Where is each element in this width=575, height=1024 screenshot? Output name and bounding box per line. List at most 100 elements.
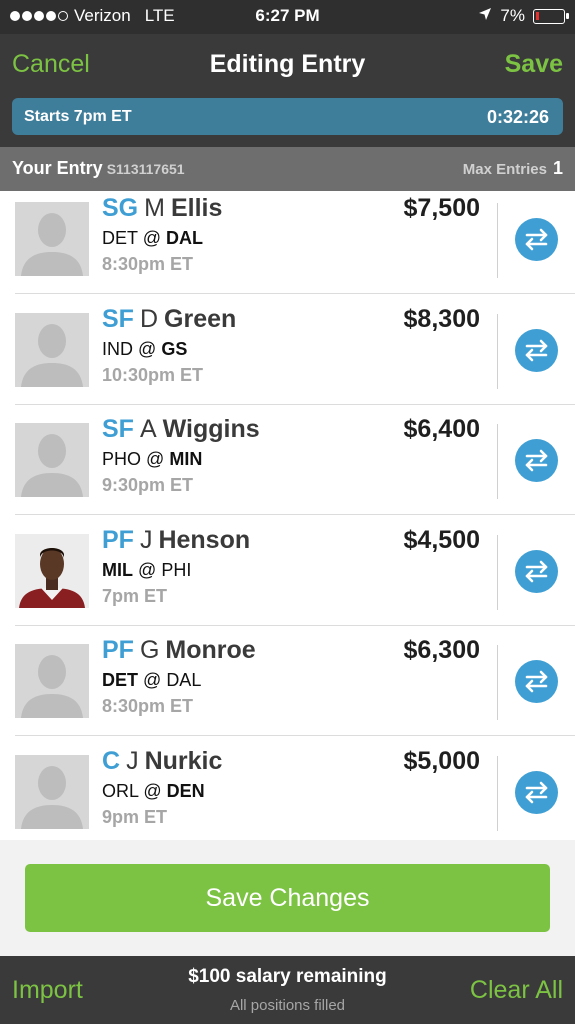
swap-player-button[interactable] xyxy=(515,770,558,814)
player-name-line: PF J Henson xyxy=(102,526,250,555)
player-matchup: PHO @ MIN xyxy=(102,449,202,470)
swap-player-button[interactable] xyxy=(515,549,558,593)
entry-id: S113117651 xyxy=(106,161,185,177)
home-team: MIN xyxy=(169,449,203,469)
player-list: SG M Ellis $7,500 DET @ DAL 8:30pm ET SF D Green… xyxy=(0,191,575,840)
away-team: PHO xyxy=(102,449,142,469)
player-salary: $5,000 xyxy=(403,746,480,775)
player-position: SF xyxy=(102,304,134,333)
away-team: ORL xyxy=(102,780,139,801)
battery-icon xyxy=(533,8,569,24)
player-salary: $6,400 xyxy=(403,415,480,443)
row-divider xyxy=(497,534,498,610)
page-title: Editing Entry xyxy=(209,50,366,78)
game-time: 7pm ET xyxy=(102,585,168,606)
swap-player-button[interactable] xyxy=(515,218,558,261)
row-divider xyxy=(497,755,498,831)
contest-start-banner: Starts 7pm ET 0:32:26 xyxy=(12,98,563,135)
at-symbol: @ xyxy=(138,338,157,359)
swap-arrows-icon xyxy=(515,660,558,703)
game-time: 8:30pm ET xyxy=(102,696,194,716)
status-bar: Verizon LTE 6:27 PM 7% xyxy=(0,0,575,34)
swap-player-button[interactable] xyxy=(515,328,558,372)
at-symbol: @ xyxy=(143,670,162,690)
at-symbol: @ xyxy=(146,449,165,469)
player-row[interactable]: SF D Green $8,300 IND @ GS 10:30pm ET xyxy=(0,295,575,405)
clear-all-button[interactable]: Clear All xyxy=(470,976,563,1005)
row-divider xyxy=(497,313,498,389)
countdown-timer: 0:32:26 xyxy=(486,107,549,127)
row-divider xyxy=(497,645,498,720)
player-last-name: Green xyxy=(164,304,237,333)
player-position: PF xyxy=(102,636,134,664)
save-area: Save Changes xyxy=(0,840,575,956)
save-button[interactable]: Save xyxy=(505,50,563,79)
game-time: 10:30pm ET xyxy=(102,364,204,385)
player-row[interactable]: C J Nurkic $5,000 ORL @ DEN 9pm ET xyxy=(0,737,575,841)
player-matchup: ORL @ DEN xyxy=(102,781,205,802)
row-divider xyxy=(497,203,498,278)
away-team: DET xyxy=(102,228,138,248)
swap-arrows-icon xyxy=(515,439,558,482)
swap-arrows-icon xyxy=(515,218,558,261)
game-time: 9:30pm ET xyxy=(102,475,194,495)
player-first-initial: D xyxy=(139,304,159,333)
home-team: DAL xyxy=(166,670,202,690)
player-last-name: Nurkic xyxy=(144,746,223,775)
player-row[interactable]: SF A Wiggins $6,400 PHO @ MIN 9:30pm ET xyxy=(0,405,575,515)
player-avatar-placeholder xyxy=(15,754,89,829)
player-avatar-placeholder xyxy=(15,423,89,497)
player-first-initial: A xyxy=(139,415,157,443)
player-matchup: MIL @ PHI xyxy=(102,560,191,581)
player-matchup: IND @ GS xyxy=(102,339,187,360)
swap-player-button[interactable] xyxy=(515,660,558,703)
max-entries-label: Max Entries xyxy=(462,161,547,178)
player-matchup: DET @ DAL xyxy=(102,228,203,249)
player-salary: $4,500 xyxy=(403,525,480,554)
player-last-name: Monroe xyxy=(165,636,256,664)
player-name-line: SG M Ellis xyxy=(102,194,222,223)
player-row[interactable]: PF J Henson $4,500 MIL @ PHI 7pm ET xyxy=(0,516,575,626)
player-row[interactable]: PF G Monroe $6,300 DET @ DAL 8:30pm ET xyxy=(0,626,575,736)
player-name-line: SF D Green xyxy=(102,305,236,334)
home-team: GS xyxy=(161,338,188,359)
location-arrow-icon xyxy=(478,6,492,26)
game-time: 8:30pm ET xyxy=(102,254,194,274)
entry-label-group: Your Entry S113117651 xyxy=(12,158,185,179)
row-divider xyxy=(497,424,498,499)
player-last-name: Ellis xyxy=(170,194,223,222)
player-salary: $7,500 xyxy=(403,194,480,222)
player-first-initial: J xyxy=(139,525,153,554)
starts-label: Starts 7pm ET xyxy=(24,108,132,125)
player-last-name: Wiggins xyxy=(162,415,260,443)
player-salary: $6,300 xyxy=(403,636,480,664)
nav-bar: Cancel Editing Entry Save xyxy=(0,34,575,98)
player-first-initial: G xyxy=(139,636,160,664)
home-team: DAL xyxy=(166,228,203,248)
home-team: DEN xyxy=(166,780,205,801)
player-avatar-placeholder xyxy=(15,644,89,718)
entry-header: Your Entry S113117651 Max Entries 1 xyxy=(0,147,575,191)
player-name-line: SF A Wiggins xyxy=(102,415,260,444)
player-photo xyxy=(15,533,89,608)
swap-arrows-icon xyxy=(515,329,558,372)
swap-player-button[interactable] xyxy=(515,439,558,482)
player-avatar-placeholder xyxy=(15,312,89,387)
player-position: PF xyxy=(102,525,134,554)
swap-arrows-icon xyxy=(515,550,558,593)
away-team: DET xyxy=(102,670,138,690)
at-symbol: @ xyxy=(138,559,157,580)
game-time: 9pm ET xyxy=(102,806,168,827)
player-row[interactable]: SG M Ellis $7,500 DET @ DAL 8:30pm ET xyxy=(0,191,575,294)
save-changes-button[interactable]: Save Changes xyxy=(25,864,550,932)
player-matchup: DET @ DAL xyxy=(102,670,201,691)
player-last-name: Henson xyxy=(158,525,251,554)
player-position: SG xyxy=(102,194,139,222)
bottom-bar: Import $100 salary remaining All positio… xyxy=(0,956,575,1024)
player-position: SF xyxy=(102,415,134,443)
entry-label: Your Entry xyxy=(12,158,103,178)
contest-start-bar: Starts 7pm ET 0:32:26 xyxy=(0,98,575,147)
player-position: C xyxy=(102,746,121,775)
away-team: MIL xyxy=(102,559,133,580)
battery-percent: 7% xyxy=(500,6,525,25)
